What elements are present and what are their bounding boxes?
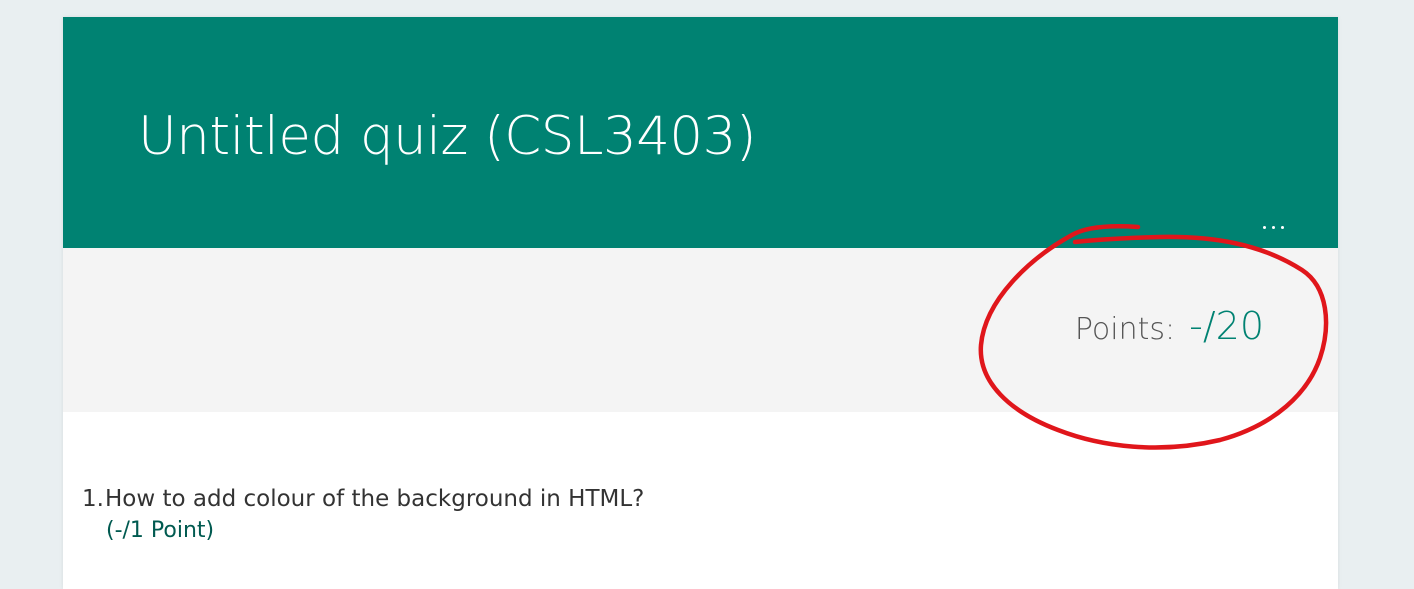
points-label: Points: <box>1074 312 1176 347</box>
points-summary: Points: -/20 <box>1075 304 1264 348</box>
points-value: -/20 <box>1189 304 1264 348</box>
ellipsis-icon <box>1280 225 1284 229</box>
question-1-title: 1.How to add colour of the background in… <box>82 484 644 514</box>
quiz-header: Untitled quiz (CSL3403) <box>63 17 1338 248</box>
question-text: How to add colour of the background in H… <box>105 486 645 512</box>
more-options-button[interactable] <box>1251 212 1295 242</box>
ellipsis-icon <box>1271 225 1275 229</box>
ellipsis-icon <box>1262 225 1266 229</box>
points-band: Points: -/20 <box>63 248 1338 412</box>
question-number: 1. <box>82 486 104 512</box>
quiz-title: Untitled quiz (CSL3403) <box>138 106 757 167</box>
question-points: (-/1 Point) <box>106 518 215 543</box>
